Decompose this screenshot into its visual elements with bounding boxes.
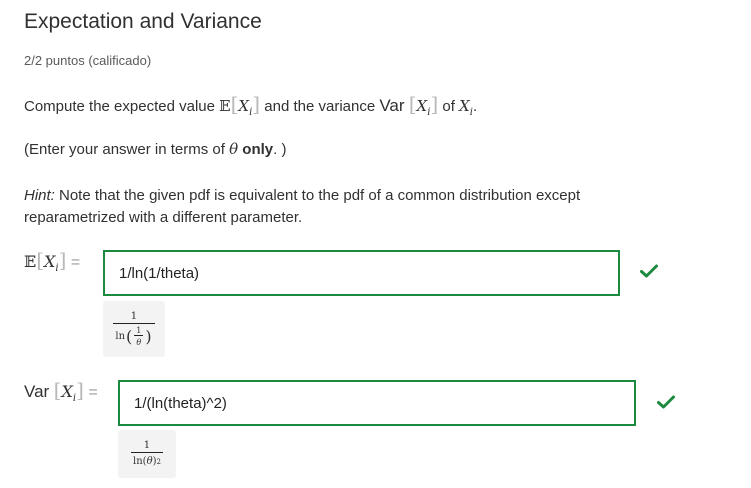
only-emphasis: only <box>242 141 274 158</box>
problem-title: Expectation and Variance <box>24 10 262 33</box>
score-label: 2/2 puntos (calificado) <box>24 53 152 68</box>
variance-input[interactable]: 1/(ln(theta)^2) <box>118 380 636 426</box>
expectation-preview: 1 ln ( 1 θ ) <box>103 301 165 357</box>
checkmark-icon <box>640 264 658 278</box>
expectation-expression: 𝔼[Xi] <box>219 92 261 118</box>
theta-symbol: θ <box>229 140 239 158</box>
variance-expression: Var [Xi] <box>379 92 439 118</box>
hint-text: Hint: Note that the given pdf is equival… <box>24 187 581 226</box>
expectation-label: 𝔼[Xi] = <box>24 248 81 274</box>
variance-label: Var [Xi] = <box>24 378 98 404</box>
variance-preview: 1 ln(θ) 2 <box>118 430 176 478</box>
question-of: of <box>442 98 455 115</box>
question-prefix: Compute the expected value <box>24 98 215 115</box>
instruction-note: (Enter your answer in terms of θ only. ) <box>24 140 287 158</box>
checkmark-icon <box>657 395 675 409</box>
variable-expression: Xi <box>459 97 473 118</box>
hint-label: Hint: <box>24 187 55 204</box>
expectation-input[interactable]: 1/ln(1/theta) <box>103 250 620 296</box>
question-text: Compute the expected value 𝔼[Xi] and the… <box>24 92 478 118</box>
question-mid: and the variance <box>264 98 376 115</box>
